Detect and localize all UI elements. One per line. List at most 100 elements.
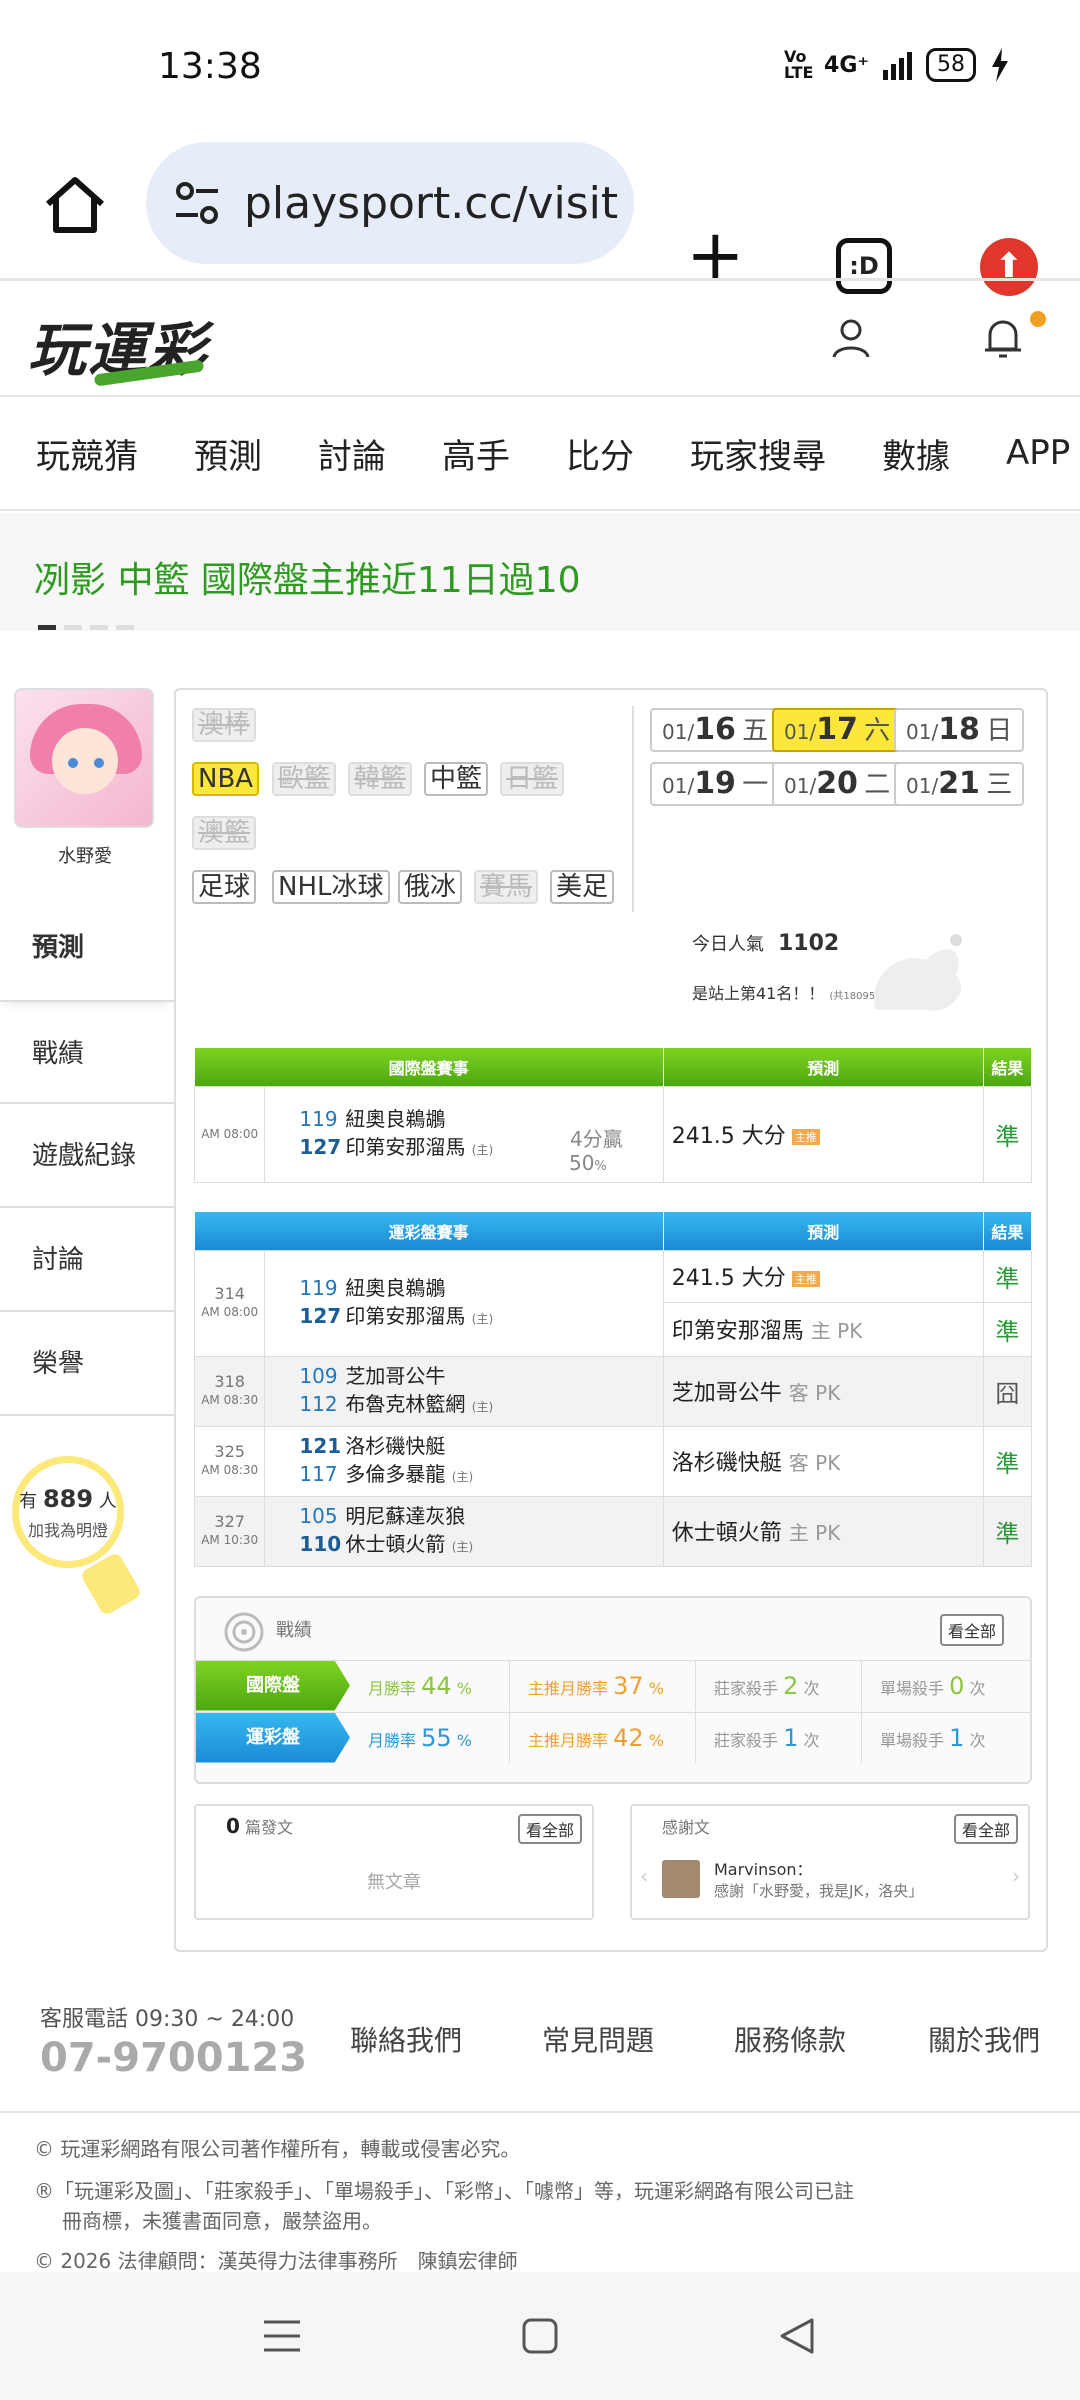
table-header: 運彩盤賽事 預測 結果: [194, 1212, 1033, 1250]
fans-cta: 加我為明燈: [27, 1521, 108, 1540]
prev-arrow-icon[interactable]: ‹: [640, 1864, 648, 1888]
away-team[interactable]: 109 芝加哥公牛: [265, 1362, 662, 1390]
result: 準: [982, 1085, 1033, 1183]
fan-lightbulb[interactable]: 有 889 人 加我為明燈: [12, 1456, 143, 1617]
date-button[interactable]: 01/19 一: [650, 762, 781, 806]
fans-count: 有 889 人: [19, 1485, 117, 1513]
column-header: 結果: [983, 1212, 1033, 1250]
footer-link[interactable]: 常見問題: [542, 2019, 654, 2059]
avatar[interactable]: [14, 688, 154, 828]
thanks-box: 感謝文 看全部 ‹ Marvinson： 感謝「水野愛，我是JK，洛央」 ›: [630, 1804, 1030, 1920]
banker-killer: 莊家殺手 2 次: [696, 1660, 862, 1711]
side-tab-record[interactable]: 戰績: [0, 1000, 174, 1104]
prediction-panel: 澳棒 NBA 歐籃 韓籃 中籃 日籃 澳籃 足球 NHL冰球 俄冰 賽馬 美足 …: [174, 688, 1048, 1952]
signal-icon: [883, 50, 912, 80]
date-button[interactable]: 01/20 二: [772, 762, 903, 806]
bell-icon[interactable]: [978, 313, 1028, 363]
view-all-button[interactable]: 看全部: [939, 1614, 1004, 1646]
nav-item[interactable]: 討論: [318, 429, 386, 478]
sport-filter[interactable]: NHL冰球: [272, 870, 390, 904]
sport-filter[interactable]: 美足: [550, 870, 615, 904]
home-team[interactable]: 110 休士頓火箭 (主): [265, 1530, 662, 1561]
column-header: 結果: [983, 1048, 1033, 1086]
sport-filter[interactable]: 日籃: [500, 762, 565, 796]
date-button[interactable]: 01/16 五: [650, 708, 781, 752]
copyright: © 玩運彩網路有限公司著作權所有，轉載或侵害必究。: [34, 2137, 521, 2161]
sport-filter[interactable]: NBA: [192, 762, 260, 796]
away-team[interactable]: 119 紐奧良鵜鶘: [265, 1274, 662, 1302]
record-row-label: 運彩盤: [196, 1712, 350, 1763]
date-button[interactable]: 01/18 日: [894, 708, 1025, 752]
side-tab-predict[interactable]: 預測: [0, 896, 174, 1000]
spread-label: 4分贏: [570, 1126, 623, 1151]
back-icon[interactable]: [776, 2316, 816, 2356]
sport-filter[interactable]: 澳籃: [192, 816, 257, 850]
sport-filter[interactable]: 中籃: [424, 762, 489, 796]
nav-item[interactable]: APP: [1006, 433, 1070, 473]
sport-filter[interactable]: 歐籃: [272, 762, 337, 796]
main-pick-rate: 主推月勝率 42 %: [510, 1712, 696, 1763]
sport-filter[interactable]: 賽馬: [474, 870, 539, 904]
trademark: 冊商標，未獲書面同意，嚴禁盜用。: [62, 2209, 382, 2233]
intl-table: 國際盤賽事 預測 結果 AM 08:00 119 紐奧良鵜鶘 127 印第安那溜馬 …: [193, 1048, 1033, 1183]
nav-item[interactable]: 玩競猜: [36, 429, 138, 478]
main-pick-badge: 主推: [791, 1271, 820, 1287]
record-row: 運彩盤 月勝率 55 % 主推月勝率 42 % 莊家殺手 1 次 單場殺手 1 …: [196, 1712, 1030, 1763]
side-tab-honor[interactable]: 榮譽: [0, 1312, 174, 1416]
status-icons: Vo LTE 4G⁺ 58: [784, 48, 1010, 82]
next-arrow-icon[interactable]: ›: [1012, 1864, 1020, 1888]
view-all-button[interactable]: 看全部: [953, 1814, 1018, 1844]
site-settings-icon[interactable]: [170, 176, 224, 230]
news-banner[interactable]: 冽影 中籃 國際盤主推近11日過10: [0, 513, 1080, 631]
side-tab-discuss[interactable]: 討論: [0, 1208, 174, 1312]
footer-link[interactable]: 服務條款: [734, 2019, 846, 2059]
thanks-user[interactable]: Marvinson：: [714, 1856, 813, 1880]
username[interactable]: 水野愛: [0, 842, 170, 868]
game-id-time: 327 AM 10:30: [193, 1495, 266, 1567]
posts-box: 0 篇發文 看全部 無文章: [194, 1804, 594, 1920]
service-hours: 客服電話 09:30 ~ 24:00: [40, 2007, 295, 2032]
game-teams: 119 紐奧良鵜鶘 127 印第安那溜馬 (主) 4分贏 50%: [264, 1085, 664, 1183]
home-icon[interactable]: [40, 170, 110, 240]
table-row: 318 AM 08:30 109 芝加哥公牛 112 布魯克林籃網 (主) 芝加哥公牛…: [193, 1355, 1033, 1427]
nav-item[interactable]: 高手: [442, 429, 510, 478]
footer-link[interactable]: 關於我們: [928, 2019, 1040, 2059]
column-header: 預測: [663, 1212, 984, 1250]
nav-item[interactable]: 預測: [194, 429, 262, 478]
date-button[interactable]: 01/21 三: [894, 762, 1025, 806]
main-nav: 玩競猜 預測 討論 高手 比分 玩家搜尋 數據 APP: [0, 397, 1080, 511]
game-id-time: 318 AM 08:30: [193, 1355, 266, 1427]
nav-item[interactable]: 比分: [566, 429, 634, 478]
sport-filter[interactable]: 俄冰: [398, 870, 463, 904]
view-all-button[interactable]: 看全部: [517, 1814, 582, 1844]
home-button-icon[interactable]: [520, 2316, 560, 2356]
address-bar[interactable]: playsport.cc/visit: [146, 142, 634, 264]
result: 準: [982, 1495, 1033, 1567]
banner-text[interactable]: 冽影 中籃 國際盤主推近11日過10: [34, 551, 581, 603]
home-team[interactable]: 112 布魯克林籃網 (主): [265, 1390, 662, 1421]
away-team[interactable]: 105 明尼蘇達灰狼: [265, 1502, 662, 1530]
browser-toolbar: playsport.cc/visit + :D ⬆: [0, 130, 1080, 296]
nav-item[interactable]: 數據: [882, 429, 950, 478]
home-team[interactable]: 117 多倫多暴龍 (主): [265, 1460, 662, 1491]
service-phone[interactable]: 07-9700123: [40, 2035, 307, 2081]
sport-filter[interactable]: 澳棒: [192, 708, 257, 742]
date-button-selected[interactable]: 01/17 六: [772, 708, 903, 752]
prediction: 休士頓火箭 主 PK: [662, 1495, 984, 1567]
user-icon[interactable]: [828, 315, 874, 361]
network-label: 4G⁺: [824, 52, 869, 78]
divider: [632, 706, 634, 912]
sport-filter[interactable]: 足球: [192, 870, 257, 904]
target-icon: [224, 1612, 264, 1652]
nav-item[interactable]: 玩家搜尋: [690, 429, 826, 478]
away-team[interactable]: 121 洛杉磯快艇: [265, 1432, 662, 1460]
home-team[interactable]: 127 印第安那溜馬 (主): [265, 1302, 662, 1333]
side-tab-games[interactable]: 遊戲紀錄: [0, 1104, 174, 1208]
prediction: 印第安那溜馬 主 PK: [662, 1301, 984, 1357]
avatar[interactable]: [662, 1860, 700, 1898]
menu-icon[interactable]: [262, 2316, 302, 2356]
banker-killer: 莊家殺手 1 次: [696, 1712, 862, 1763]
sport-filter[interactable]: 韓籃: [348, 762, 413, 796]
game-teams: 119 紐奧良鵜鶘 127 印第安那溜馬 (主): [264, 1249, 664, 1357]
footer-link[interactable]: 聯絡我們: [350, 2019, 462, 2059]
